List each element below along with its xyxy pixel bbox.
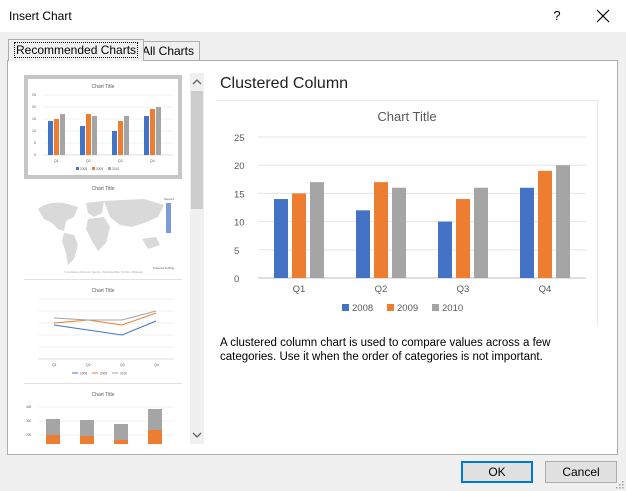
legend-swatch <box>387 304 394 311</box>
bar <box>392 187 406 278</box>
svg-text:25: 25 <box>32 93 36 97</box>
svg-text:2008: 2008 <box>80 167 87 171</box>
svg-text:2008: 2008 <box>80 372 87 376</box>
bar <box>438 221 452 278</box>
thumbnail-chart-title: Chart Title <box>92 288 115 294</box>
close-button[interactable] <box>588 2 618 30</box>
resize-grip-icon[interactable] <box>614 479 624 489</box>
y-tick-label: 5 <box>234 246 239 257</box>
thumbnail-chart-title: Chart Title <box>92 392 115 398</box>
stacked-column-thumbnail-graphic: Chart Title 400 300 200 <box>26 392 174 444</box>
ok-button[interactable]: OK <box>461 461 533 483</box>
chevron-up-icon <box>192 79 202 85</box>
svg-text:0: 0 <box>34 153 36 157</box>
svg-text:2010: 2010 <box>112 167 119 171</box>
svg-text:2009: 2009 <box>100 372 107 376</box>
cancel-button[interactable]: Cancel <box>545 461 617 483</box>
bar <box>556 165 570 278</box>
thumbnail-line[interactable]: Chart Title Q1 Q2 Q3 Q4 2008 2009 2010 <box>24 285 182 381</box>
thumbnail-chart-title: Chart Title <box>92 186 115 192</box>
y-tick-label: 25 <box>234 133 245 144</box>
tab-all-charts[interactable]: All Charts <box>136 41 201 61</box>
dialog-title: Insert Chart <box>9 9 72 23</box>
svg-text:15: 15 <box>32 117 36 121</box>
svg-text:2009: 2009 <box>96 167 103 171</box>
tab-recommended-charts[interactable]: Recommended Charts <box>8 39 145 61</box>
thumbnail-separator <box>24 383 182 384</box>
filled-map-thumbnail-graphic: Chart Title Series1 Powered by Bing © Ge… <box>38 186 175 274</box>
x-tick-label: Q4 <box>539 284 552 295</box>
bar <box>474 187 488 278</box>
svg-text:20: 20 <box>32 105 36 109</box>
thumbnail-separator <box>24 279 182 280</box>
legend-label: 2010 <box>442 303 463 314</box>
svg-text:Powered by Bing: Powered by Bing <box>153 266 175 270</box>
clustered-column-thumbnail-graphic: Chart Title 25 20 15 10 5 0 Q1 Q2 Q3 Q4 2008… <box>32 84 173 171</box>
scroll-thumb[interactable] <box>191 91 203 209</box>
svg-text:5: 5 <box>34 141 36 145</box>
svg-text:Series1: Series1 <box>164 197 175 201</box>
close-icon <box>596 9 610 23</box>
svg-text:Q1: Q1 <box>52 363 57 367</box>
svg-text:Q2: Q2 <box>86 363 91 367</box>
bar <box>456 199 470 278</box>
svg-text:Q3: Q3 <box>118 159 123 163</box>
chart-description: A clustered column chart is used to comp… <box>220 337 551 363</box>
scroll-down-button[interactable] <box>190 428 204 442</box>
bar <box>520 187 534 278</box>
thumbnail-chart-title: Chart Title <box>92 84 115 90</box>
chart-preview: Chart Title 0 5 10 15 20 25 Q1 Q2 Q3 Q4 2008 2009 201… <box>216 100 598 326</box>
y-tick-label: 20 <box>234 161 245 172</box>
x-tick-label: Q3 <box>457 284 470 295</box>
chevron-down-icon <box>192 432 202 438</box>
clustered-column-chart: Chart Title 0 5 10 15 20 25 Q1 Q2 Q3 Q4 2008 2009 201… <box>234 109 586 314</box>
svg-text:Q4: Q4 <box>150 159 155 163</box>
legend-label: 2009 <box>397 303 418 314</box>
bar <box>538 170 552 278</box>
legend-swatch <box>432 304 439 311</box>
svg-text:2010: 2010 <box>120 372 127 376</box>
svg-text:10: 10 <box>32 129 36 133</box>
scroll-up-button[interactable] <box>190 75 204 89</box>
thumbnail-stacked-column[interactable]: Chart Title 400 300 200 <box>24 389 182 444</box>
y-tick-label: 0 <box>234 274 239 285</box>
thumbnail-scrollbar[interactable] <box>190 73 204 444</box>
chart-title: Chart Title <box>377 109 436 124</box>
legend-swatch <box>342 304 349 311</box>
chart-thumbnail-list: Chart Title 25 20 15 10 5 0 Q1 Q2 Q3 Q4 … <box>16 73 190 444</box>
bar <box>310 182 324 278</box>
bar <box>374 182 388 278</box>
svg-text:200: 200 <box>26 433 32 437</box>
help-button[interactable]: ? <box>542 2 572 30</box>
svg-text:300: 300 <box>26 419 32 423</box>
svg-text:Q4: Q4 <box>154 363 159 367</box>
y-tick-label: 15 <box>234 189 245 200</box>
svg-text:Q3: Q3 <box>120 363 125 367</box>
x-tick-label: Q2 <box>375 284 388 295</box>
bar <box>292 193 306 278</box>
svg-text:400: 400 <box>26 405 32 409</box>
svg-text:Q2: Q2 <box>86 159 91 163</box>
thumbnail-filled-map[interactable]: Chart Title Series1 Powered by Bing © Ge… <box>24 183 182 277</box>
legend-label: 2008 <box>352 303 373 314</box>
svg-text:Q1: Q1 <box>54 159 59 163</box>
title-bar: Insert Chart ? <box>0 0 626 32</box>
svg-text:© GeoNames, Microsoft, Navinfo: © GeoNames, Microsoft, Navinfo, OpenStre… <box>64 271 143 274</box>
x-tick-label: Q1 <box>293 284 306 295</box>
bar <box>356 210 370 278</box>
preview-chart-type-heading: Clustered Column <box>220 75 349 92</box>
y-tick-label: 10 <box>234 218 245 229</box>
line-thumbnail-graphic: Chart Title Q1 Q2 Q3 Q4 2008 2009 2010 <box>38 288 174 376</box>
thumbnail-clustered-column[interactable]: Chart Title 25 20 15 10 5 0 Q1 Q2 Q3 Q4 … <box>24 75 182 179</box>
bar <box>274 199 288 278</box>
